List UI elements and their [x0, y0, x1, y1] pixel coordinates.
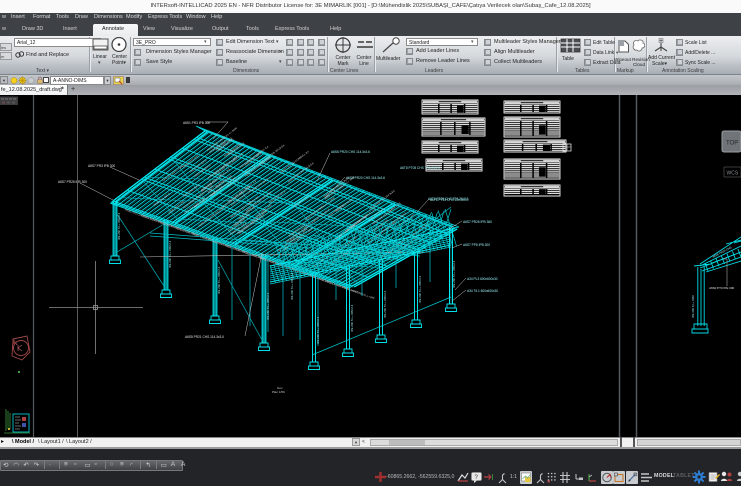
- svg-text:IPE 200 S L+ DIM 2.4: IPE 200 S L+ DIM 2.4: [217, 266, 221, 294]
- svg-text:IPE 200 S L+ DIM 2.4: IPE 200 S L+ DIM 2.4: [383, 290, 387, 318]
- svg-text:Plan 1/50: Plan 1/50: [272, 390, 285, 394]
- svg-text:A34 PL3 600x600x30: A34 PL3 600x600x30: [467, 277, 498, 281]
- svg-text:TOP: TOP: [726, 141, 738, 147]
- svg-text:A34 75.1 600x600x30: A34 75.1 600x600x30: [467, 289, 498, 293]
- svg-text:IPE 200 S L+ DIM 2.4: IPE 200 S L+ DIM 2.4: [290, 272, 294, 300]
- svg-text:IPE 200 S L+ DIM 2.4: IPE 200 S L+ DIM 2.4: [168, 240, 172, 268]
- svg-text:IPE 200 S L+ DIM 2.4: IPE 200 S L+ DIM 2.4: [316, 316, 320, 344]
- svg-text:IPE 200 S L+ DIM 2.4: IPE 200 S L+ DIM 2.4: [418, 275, 422, 303]
- svg-text:A6S7 PR26 IPB 360: A6S7 PR26 IPB 360: [463, 220, 492, 224]
- svg-text:A6S7 PR28 IPB 300: A6S7 PR28 IPB 300: [58, 180, 87, 184]
- svg-text:A6T8 PT05 CHS TPA.26/2.0: A6T8 PT05 CHS TPA.26/2.0: [400, 166, 441, 170]
- svg-text:IPE 200 S L+ DIM 2.4: IPE 200 S L+ DIM 2.4: [350, 304, 354, 332]
- svg-text:IPE 200 S L+ DIM 2.4: IPE 200 S L+ DIM 2.4: [266, 292, 270, 320]
- svg-text:IPE 300 S L+ DIM: IPE 300 S L+ DIM: [691, 295, 695, 318]
- svg-text:A6S1 PR3 IPB 300: A6S1 PR3 IPB 300: [183, 121, 210, 125]
- svg-text:A6S6 PR20 CHS 114.3x3.6: A6S6 PR20 CHS 114.3x3.6: [331, 150, 370, 154]
- svg-text:A6S7 PR3 IPB 300: A6S7 PR3 IPB 300: [88, 164, 115, 168]
- svg-text:IPE 200 S L+ DIM 2.4: IPE 200 S L+ DIM 2.4: [117, 212, 121, 240]
- svg-text:A6S5 PR21 CHS 114.3x3.0: A6S5 PR21 CHS 114.3x3.0: [185, 335, 224, 339]
- svg-text:A6S6 PR20 CHS 114.3x3.6: A6S6 PR20 CHS 114.3x3.6: [346, 176, 385, 180]
- svg-text:A6S7 PP8 IPB 300: A6S7 PP8 IPB 300: [463, 243, 490, 247]
- svg-text:A6S0 PT0 IPE 300: A6S0 PT0 IPE 300: [709, 286, 735, 290]
- svg-text:A6T8 PT05 CHS TPA.26/2.0: A6T8 PT05 CHS TPA.26/2.0: [428, 197, 469, 201]
- svg-text:IPE 200 S L+ DIM 2.4: IPE 200 S L+ DIM 2.4: [452, 260, 456, 288]
- svg-text:WCS: WCS: [727, 171, 739, 177]
